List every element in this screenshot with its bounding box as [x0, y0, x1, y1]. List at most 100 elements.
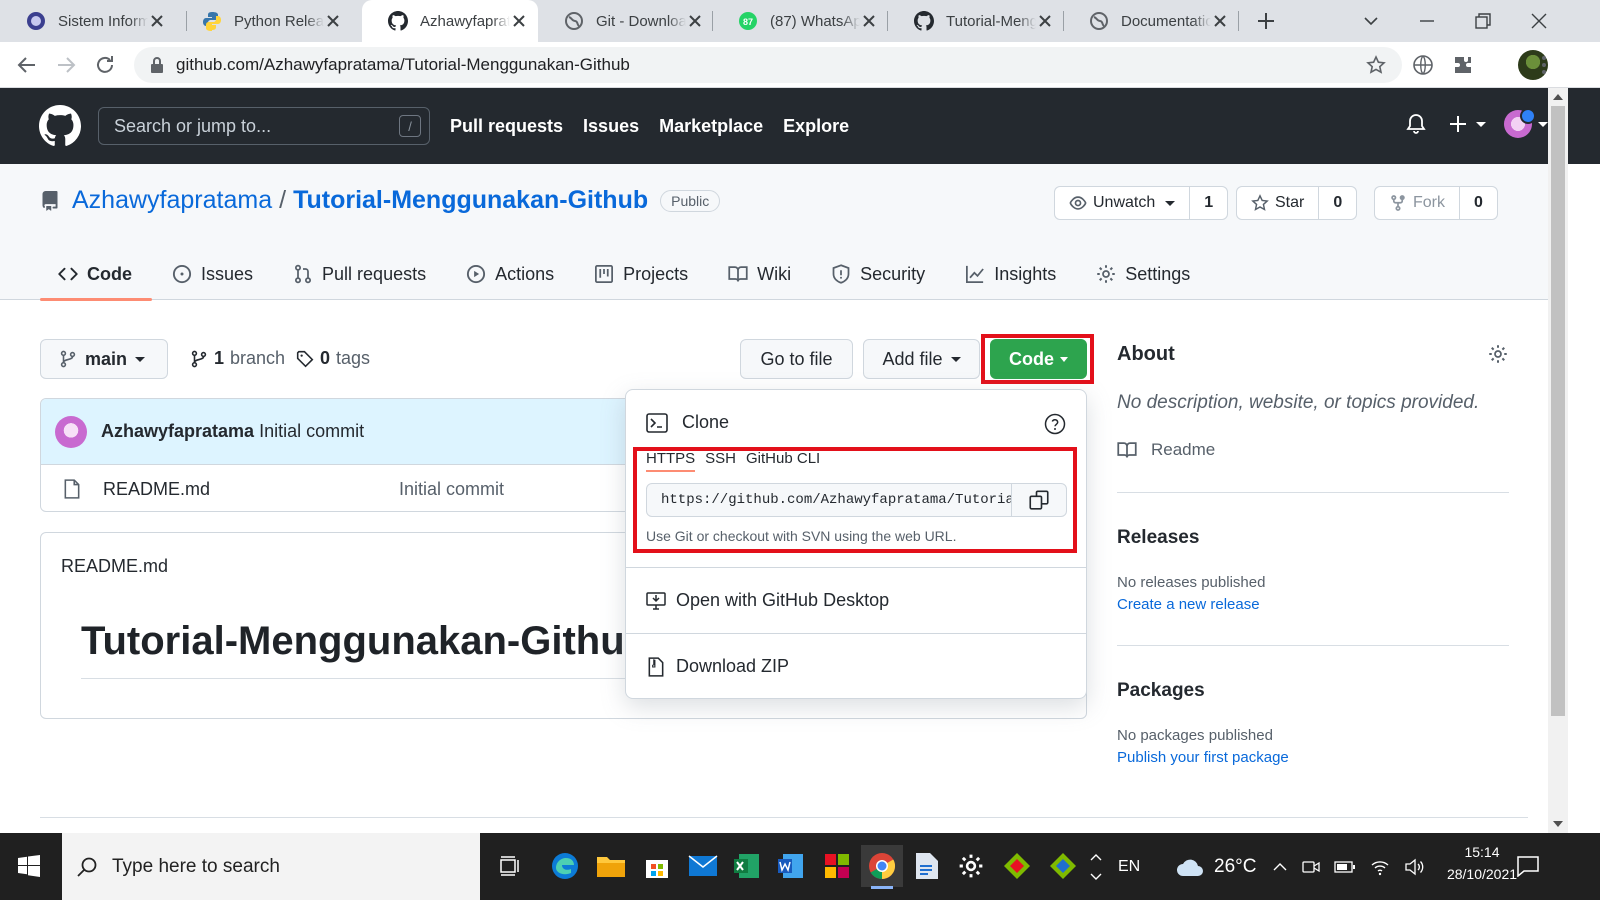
battery-icon[interactable] [1334, 860, 1356, 874]
browser-tab-azhawyfapratama[interactable]: Azhawyfapratama [362, 0, 538, 42]
file-commit-message[interactable]: Initial commit [399, 479, 504, 500]
commit-author[interactable]: Azhawyfapratama [101, 421, 254, 442]
github-logo-icon[interactable] [39, 105, 81, 147]
taskbar-pdf-editor[interactable] [906, 845, 948, 887]
add-file-button[interactable]: Add file [863, 339, 980, 379]
releases-heading[interactable]: Releases [1117, 527, 1199, 549]
tab-actions[interactable]: Actions [446, 248, 574, 300]
meet-now-icon[interactable] [1302, 858, 1320, 876]
new-tab-icon[interactable] [1254, 9, 1278, 33]
nav-pull-requests[interactable]: Pull requests [450, 116, 563, 137]
reload-icon[interactable] [93, 53, 117, 77]
taskbar-winrar[interactable] [816, 845, 858, 887]
nav-explore[interactable]: Explore [783, 116, 849, 137]
tab-wiki[interactable]: Wiki [708, 248, 811, 300]
volume-icon[interactable] [1404, 858, 1426, 876]
browser-tab-git-downloads[interactable]: Git - Downloads [538, 0, 714, 42]
browser-tab-python-release[interactable]: Python Release [176, 0, 352, 42]
browser-tab-tutorial-menggunakan[interactable]: Tutorial-Menggunakan [888, 0, 1064, 42]
show-hidden-icons-icon[interactable] [1272, 861, 1288, 873]
user-menu[interactable] [1504, 108, 1548, 138]
close-tab-icon[interactable] [1211, 12, 1229, 30]
wifi-icon[interactable] [1370, 858, 1390, 876]
browser-tab-documentation[interactable]: Documentation [1063, 0, 1239, 42]
notifications-icon[interactable] [1516, 855, 1540, 877]
close-tab-icon[interactable] [1036, 12, 1054, 30]
packages-heading[interactable]: Packages [1117, 680, 1205, 702]
open-with-desktop-item[interactable]: Open with GitHub Desktop [626, 567, 1086, 633]
scroll-down-arrow-icon[interactable] [1553, 821, 1563, 827]
watch-count[interactable]: 1 [1190, 187, 1228, 219]
github-search-input[interactable]: Search or jump to... / [98, 107, 430, 145]
browser-tab-sistem-informasi[interactable]: Sistem Informasi [0, 0, 176, 42]
repo-owner-link[interactable]: Azhawyfapratama [72, 186, 272, 215]
tab-pull-requests[interactable]: Pull requests [273, 248, 446, 300]
back-icon[interactable] [15, 53, 39, 77]
restore-icon[interactable] [1472, 10, 1494, 32]
star-count[interactable]: 0 [1319, 187, 1357, 219]
tab-security[interactable]: Security [811, 248, 945, 300]
unwatch-button[interactable]: Unwatch [1055, 187, 1191, 219]
gear-icon[interactable] [1488, 344, 1508, 364]
lock-icon[interactable] [150, 57, 164, 73]
browser-tab-whatsapp[interactable]: 87 (87) WhatsApp [712, 0, 888, 42]
bookmark-star-icon[interactable] [1366, 55, 1386, 75]
star-button[interactable]: Star [1237, 187, 1320, 219]
tab-search-chevron-icon[interactable] [1360, 10, 1382, 32]
close-tab-icon[interactable] [510, 12, 528, 30]
create-new-dropdown[interactable] [1446, 112, 1486, 136]
file-name[interactable]: README.md [103, 479, 399, 500]
readme-header[interactable]: README.md [61, 556, 168, 577]
close-window-icon[interactable] [1528, 10, 1550, 32]
extensions-puzzle-icon[interactable] [1451, 53, 1475, 77]
page-scrollbar[interactable] [1548, 88, 1568, 833]
download-zip-item[interactable]: Download ZIP [626, 633, 1086, 699]
scroll-up-arrow-icon[interactable] [1553, 94, 1563, 100]
close-tab-icon[interactable] [148, 12, 166, 30]
taskbar-git-bash[interactable] [1042, 845, 1084, 887]
forward-icon[interactable] [54, 53, 78, 77]
taskbar-git-gui[interactable] [996, 845, 1038, 887]
taskbar-chrome[interactable] [861, 845, 903, 889]
taskbar-mail[interactable] [682, 845, 724, 887]
readme-link[interactable]: Readme [1117, 440, 1215, 460]
taskbar-edge[interactable] [544, 845, 586, 887]
weather-widget[interactable]: 26°C [1176, 833, 1256, 900]
tab-insights[interactable]: Insights [945, 248, 1076, 300]
commit-message[interactable]: Initial commit [259, 421, 364, 442]
input-language[interactable]: EN [1118, 833, 1140, 900]
tags-link[interactable]: 0 tags [296, 348, 370, 369]
tab-projects[interactable]: Projects [574, 248, 708, 300]
address-bar[interactable]: github.com/Azhawyfapratama/Tutorial-Meng… [134, 47, 1402, 83]
taskbar-settings[interactable] [950, 845, 992, 887]
taskbar-search-box[interactable]: Type here to search [62, 833, 480, 900]
taskbar-store[interactable] [636, 845, 678, 887]
tab-issues[interactable]: Issues [152, 248, 273, 300]
minimize-icon[interactable] [1416, 10, 1438, 32]
close-tab-icon[interactable] [324, 12, 342, 30]
fork-count[interactable]: 0 [1460, 187, 1497, 219]
branch-select-button[interactable]: main [40, 339, 168, 379]
tray-scroll[interactable] [1090, 833, 1102, 900]
commit-author-avatar[interactable] [55, 415, 87, 448]
taskbar-excel[interactable] [726, 845, 768, 887]
branches-link[interactable]: 1 branch [190, 348, 285, 369]
tab-code[interactable]: Code [40, 248, 152, 301]
browser-menu-icon[interactable] [1532, 53, 1556, 77]
task-view-button[interactable] [488, 845, 530, 887]
go-to-file-button[interactable]: Go to file [740, 339, 853, 379]
nav-marketplace[interactable]: Marketplace [659, 116, 763, 137]
close-tab-icon[interactable] [860, 12, 878, 30]
repo-name-link[interactable]: Tutorial-Menggunakan-Github [293, 186, 648, 215]
fork-button[interactable]: Fork [1375, 187, 1460, 219]
close-tab-icon[interactable] [686, 12, 704, 30]
translate-globe-icon[interactable] [1411, 53, 1435, 77]
question-help-icon[interactable] [1044, 413, 1066, 435]
taskbar-word[interactable] [770, 845, 812, 887]
nav-issues[interactable]: Issues [583, 116, 639, 137]
scrollbar-thumb[interactable] [1551, 106, 1565, 716]
tab-settings[interactable]: Settings [1076, 248, 1210, 300]
create-release-link[interactable]: Create a new release [1117, 596, 1260, 613]
publish-package-link[interactable]: Publish your first package [1117, 749, 1289, 766]
windows-start-icon[interactable] [18, 855, 40, 877]
